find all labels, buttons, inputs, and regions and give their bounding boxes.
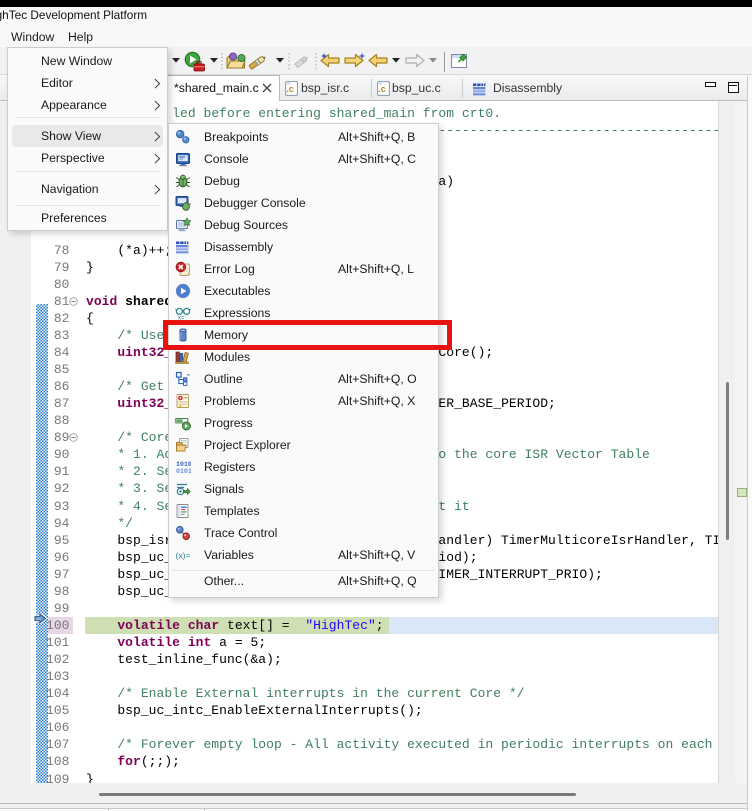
svg-text:(x)=: (x)= bbox=[176, 551, 191, 561]
svg-text:.c: .c bbox=[286, 84, 294, 94]
svg-text:1010: 1010 bbox=[176, 461, 191, 468]
svg-text:0101: 0101 bbox=[176, 468, 191, 475]
svg-text:.c: .c bbox=[378, 84, 386, 94]
